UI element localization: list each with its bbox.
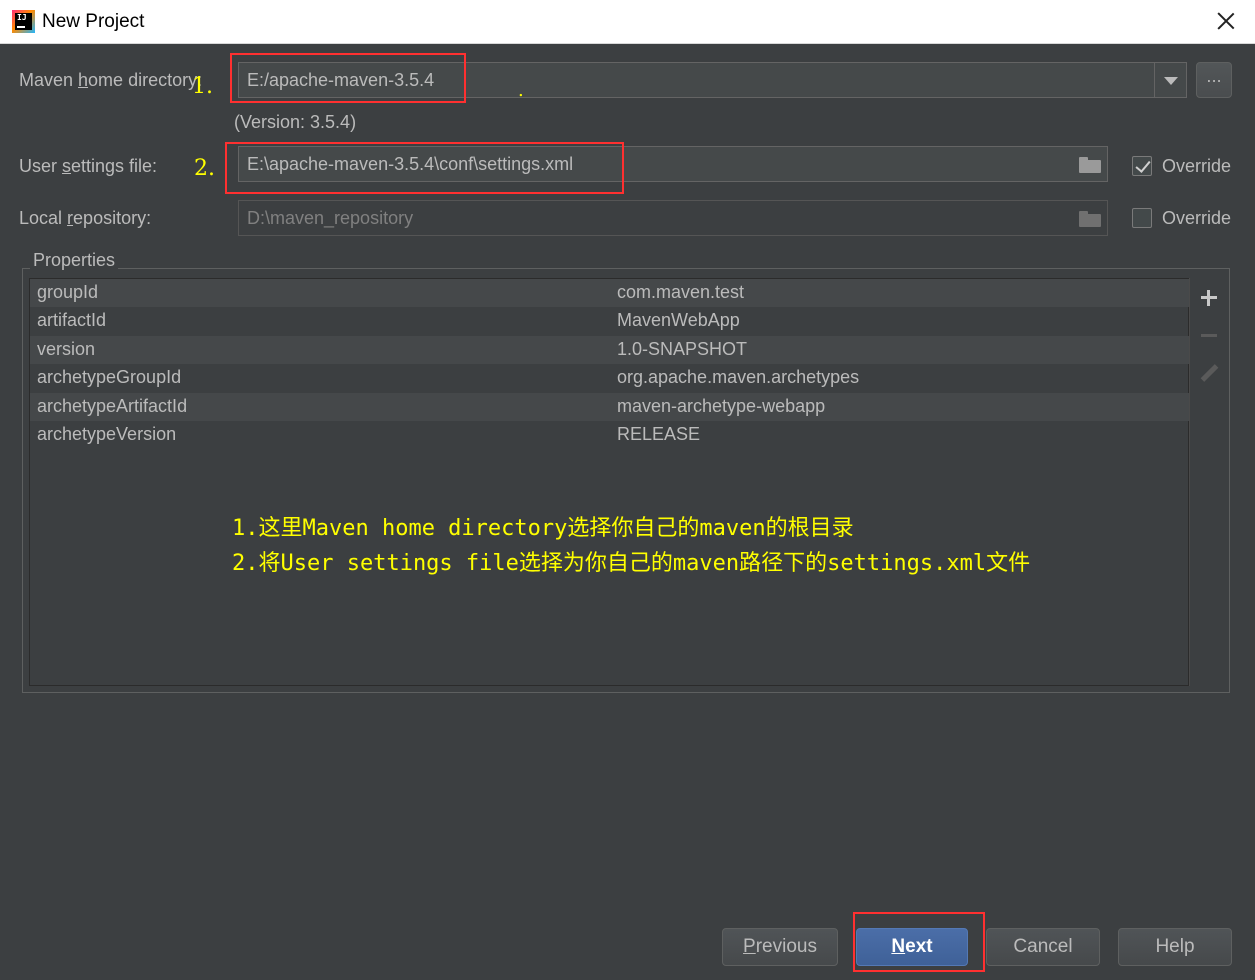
user-settings-override-label: Override (1162, 156, 1232, 176)
property-key: archetypeVersion (37, 424, 177, 444)
chevron-down-icon[interactable] (1154, 63, 1186, 97)
browse-button[interactable]: ... (1196, 62, 1232, 98)
table-row[interactable]: archetypeGroupId org.apache.maven.archet… (30, 364, 1190, 392)
table-row[interactable]: version 1.0-SNAPSHOT (30, 336, 1190, 364)
property-key: artifactId (37, 310, 107, 330)
maven-home-label: Maven home directory: (19, 70, 203, 90)
title-bar: IJ New Project (0, 0, 1255, 44)
property-key: archetypeArtifactId (37, 396, 188, 416)
annotation-marker-2: 2. (194, 156, 215, 181)
property-key: version (37, 339, 96, 359)
annotation-box-user-settings (225, 142, 624, 194)
property-value: MavenWebApp (617, 310, 740, 330)
local-repo-override-label: Override (1162, 208, 1232, 228)
properties-table[interactable]: groupId com.maven.test artifactId MavenW… (29, 278, 1190, 686)
annotation-dot: . (518, 80, 524, 101)
window-title: New Project (42, 11, 145, 32)
annotation-box-maven-home (230, 53, 466, 103)
local-repo-override-checkbox[interactable] (1132, 208, 1152, 228)
local-repo-input: D:\maven_repository (238, 200, 1108, 236)
user-settings-label: User settings file: (19, 156, 158, 176)
properties-title: Properties (30, 250, 119, 271)
annotation-text-line-2: 2.将User settings file选择为你自己的maven路径下的set… (232, 551, 1031, 576)
pencil-icon[interactable] (1199, 364, 1219, 384)
user-settings-override-checkbox[interactable] (1132, 156, 1152, 176)
property-value: RELEASE (617, 424, 701, 444)
intellij-app-icon: IJ (12, 10, 35, 33)
table-row[interactable]: artifactId MavenWebApp (30, 307, 1190, 335)
property-value: org.apache.maven.archetypes (617, 367, 860, 387)
property-value: com.maven.test (617, 282, 745, 302)
folder-icon (1079, 209, 1101, 227)
help-button[interactable]: Help (1118, 928, 1232, 966)
folder-icon[interactable] (1079, 155, 1101, 173)
minus-icon[interactable] (1199, 326, 1219, 346)
annotation-marker-1: 1. (192, 74, 213, 99)
previous-button[interactable]: Previous (722, 928, 838, 966)
table-row[interactable]: groupId com.maven.test (30, 279, 1190, 307)
maven-version-text: (Version: 3.5.4) (234, 112, 357, 132)
property-value: maven-archetype-webapp (617, 396, 826, 416)
annotation-box-next (853, 912, 985, 972)
property-value: 1.0-SNAPSHOT (617, 339, 748, 359)
property-key: archetypeGroupId (37, 367, 182, 387)
local-repo-value: D:\maven_repository (247, 208, 414, 228)
table-row[interactable]: archetypeVersion RELEASE (30, 421, 1190, 449)
cancel-button[interactable]: Cancel (986, 928, 1100, 966)
plus-icon[interactable] (1199, 288, 1219, 308)
properties-toolbar (1189, 278, 1227, 686)
close-icon[interactable] (1213, 8, 1239, 34)
annotation-text-line-1: 1.这里Maven home directory选择你自己的maven的根目录 (232, 516, 854, 541)
property-key: groupId (37, 282, 99, 302)
table-row[interactable]: archetypeArtifactId maven-archetype-weba… (30, 393, 1190, 421)
local-repo-label: Local repository: (19, 208, 152, 228)
